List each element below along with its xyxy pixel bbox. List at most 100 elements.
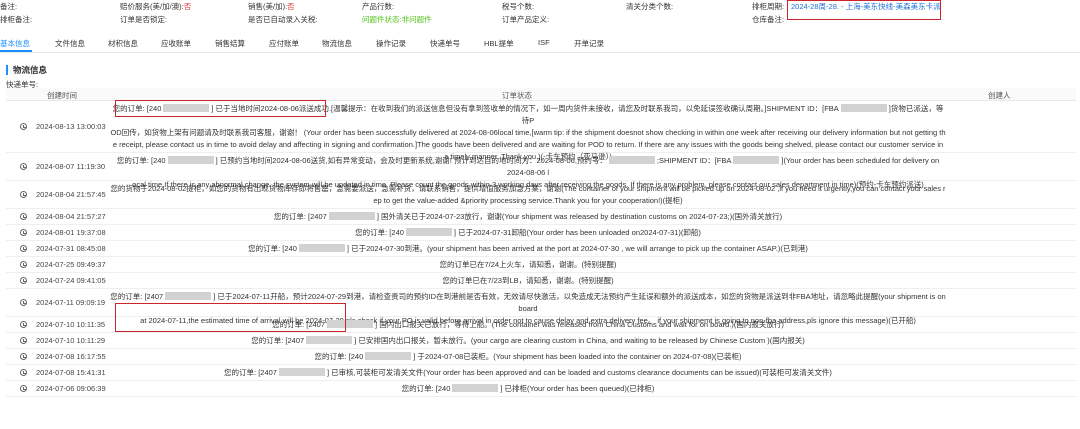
row-time: 2024-07-11 09:09:19	[36, 298, 106, 307]
status-line: 您的订单: [240] 已于2024-07-30到港。(your shipmen…	[248, 244, 808, 253]
redacted-mask	[840, 104, 887, 112]
table-row: 2024-07-08 16:17:55 您的订单: [240] 于2024-07-…	[6, 349, 1076, 365]
status-line: 您的订单已在7/23到LB，请知悉，谢谢。(特别提醒)	[442, 276, 614, 285]
clock-icon	[20, 321, 27, 328]
clock-icon	[20, 277, 27, 284]
table-row: 2024-07-10 10:11:29 您的订单: [2407] 已安排国内出口报…	[6, 333, 1076, 349]
tab-basic-info[interactable]: 基本信息	[0, 38, 30, 49]
clock-icon	[20, 123, 27, 130]
redacted-mask	[405, 228, 452, 236]
tab-billing-log[interactable]: 开单记录	[574, 38, 604, 49]
truck-note-label: 排柜备注:	[0, 15, 33, 24]
clock-icon	[20, 261, 27, 268]
tab-logistics-info[interactable]: 物流信息	[322, 38, 352, 49]
highlight-box-schedule	[787, 0, 941, 20]
table-row: 2024-08-07 11:19:30 您的订单: [240] 已预约当地时间20…	[6, 153, 1076, 189]
product-lines-label: 产品行数:	[362, 2, 395, 11]
status-line: OD回传，如货物上架有问题请及时联系我司客服，谢谢！ (Your order h…	[110, 128, 946, 137]
row-time: 2024-07-31 08:45:08	[36, 244, 106, 253]
row-status: 您的订单: [2407] 国外清关已于2024-07-23放行，谢谢(Your …	[110, 211, 946, 223]
status-line: 您的订单: [2407] 已安排国内出口报关，暂未放行。(your cargo …	[251, 336, 805, 345]
redacted-mask	[306, 336, 353, 344]
row-status: 您的订单: [240] 已于2024-07-30到港。(your shipmen…	[110, 243, 946, 255]
customs-class-label: 清关分类个数:	[626, 2, 674, 11]
row-time: 2024-07-10 10:11:29	[36, 336, 106, 345]
row-status: 您的订单: [2407] 已审核,可装柜可发清关文件(Your order ha…	[110, 367, 946, 379]
row-status: 您的订单已在7/23到LB，请知悉，谢谢。(特别提醒)	[110, 275, 946, 287]
redacted-mask	[452, 384, 499, 392]
table-row: 2024-07-24 09:41:05 您的订单已在7/23到LB，请知悉，谢谢。…	[6, 273, 1076, 289]
highlight-box-sailed	[115, 303, 346, 332]
row-status: 您的订单: [240] 已于2024-07-31卸船(Your order ha…	[110, 227, 946, 239]
schedule-label: 排柜周期:	[752, 2, 785, 11]
clock-icon	[20, 353, 27, 360]
status-line: ep to get the value-added &priority proc…	[373, 196, 683, 205]
detail-tabs: 基本信息 文件信息 材积信息 应收账单 销售结算 应付账单 物流信息 操作记录 …	[0, 35, 1080, 53]
row-time: 2024-07-24 09:41:05	[36, 276, 106, 285]
clock-icon	[20, 213, 27, 220]
tab-receivable-bill[interactable]: 应收账单	[161, 38, 191, 49]
row-time: 2024-08-13 13:00:03	[36, 122, 106, 131]
tab-isf[interactable]: ISF	[538, 38, 550, 47]
row-time: 2024-07-08 16:17:55	[36, 352, 106, 361]
row-time: 2024-08-04 21:57:27	[36, 212, 106, 221]
row-time: 2024-08-04 21:57:45	[36, 190, 106, 199]
row-time: 2024-07-08 15:41:31	[36, 368, 106, 377]
row-time: 2024-07-25 09:49:37	[36, 260, 106, 269]
highlight-box-delivered	[115, 100, 326, 117]
row-status: 您的订单: [2407] 已安排国内出口报关，暂未放行。(your cargo …	[110, 335, 946, 347]
status-line: 您的订单: [240] 已排柜(Your order has been queu…	[401, 384, 655, 393]
clock-icon	[20, 229, 27, 236]
redacted-mask	[608, 156, 655, 164]
table-row: 2024-07-06 09:06:39 您的订单: [240] 已排柜(Your …	[6, 381, 1076, 397]
sales-field: 销售(美/加):否	[248, 2, 295, 11]
row-time: 2024-08-07 11:19:30	[36, 162, 106, 171]
clock-icon	[20, 245, 27, 252]
status-line: 您的订单: [2407] 已审核,可装柜可发清关文件(Your order ha…	[224, 368, 832, 377]
row-status: 您的订单已在7/24上火车，请知悉，谢谢。(特别提醒)	[110, 259, 946, 271]
warehouse-note-label: 仓库备注:	[752, 15, 785, 24]
order-sign-label: 订单是否锁定:	[120, 15, 168, 24]
redacted-mask	[733, 156, 780, 164]
row-time: 2024-07-06 09:06:39	[36, 384, 106, 393]
status-line: 您的订单已在7/24上火车，请知悉，谢谢。(特别提醒)	[439, 260, 617, 269]
clock-icon	[20, 191, 27, 198]
status-line: 您的订单: [2407] 国外清关已于2024-07-23放行，谢谢(Your …	[273, 212, 783, 221]
row-status: 您的订单: [240] 已排柜(Your order has been queu…	[110, 383, 946, 395]
clock-icon	[20, 337, 27, 344]
product-def-label: 订单产品定义:	[502, 15, 550, 24]
table-row: 2024-07-31 08:45:08 您的订单: [240] 已于2024-07…	[6, 241, 1076, 257]
status-line: 您的订单: [240] 已于2024-07-31卸船(Your order ha…	[355, 228, 701, 237]
table-row: 2024-07-08 15:41:31 您的订单: [2407] 已审核,可装柜可…	[6, 365, 1076, 381]
tab-hbl[interactable]: HBL提单	[484, 38, 514, 49]
table-row: 2024-07-25 09:49:37 您的订单已在7/24上火车，请知悉，谢谢。…	[6, 257, 1076, 273]
tab-express-no[interactable]: 快递单号	[430, 38, 460, 49]
clock-icon	[20, 385, 27, 392]
table-row: 2024-08-04 21:57:45 您的货物于2024-08-02提柜，如您的…	[6, 181, 1076, 209]
note-label: 备注:	[0, 2, 18, 11]
tab-file-info[interactable]: 文件信息	[55, 38, 85, 49]
tax-count-label: 税号个数:	[502, 2, 535, 11]
section-title: 物流信息	[6, 65, 47, 75]
table-row: 2024-08-04 21:57:27 您的订单: [2407] 国外清关已于20…	[6, 209, 1076, 225]
clock-icon	[20, 299, 27, 306]
tab-sales-settlement[interactable]: 销售结算	[215, 38, 245, 49]
tab-payable-bill[interactable]: 应付账单	[269, 38, 299, 49]
redacted-mask	[167, 156, 214, 164]
tab-operation-log[interactable]: 操作记录	[376, 38, 406, 49]
table-row: 2024-08-01 19:37:08 您的订单: [240] 已于2024-07…	[6, 225, 1076, 241]
order-meta: 备注: 赔价服务(美/加/澳):否 销售(美/加):否 产品行数: 税号个数: …	[0, 0, 1080, 30]
row-status: 您的货物于2024-08-02提柜，如您的货物有出现货物库存即将售罄，急需要派送…	[110, 183, 946, 207]
status-line: 您的货物于2024-08-02提柜，如您的货物有出现货物库存即将售罄，急需要派送…	[110, 184, 946, 193]
status-line: e receipt, please contact us in time to …	[112, 140, 944, 149]
redacted-mask	[298, 244, 345, 252]
auto-join-label: 是否已自动录入关税:	[248, 15, 318, 24]
tab-volume-info[interactable]: 材积信息	[108, 38, 138, 49]
row-time: 2024-07-10 10:11:35	[36, 320, 106, 329]
row-status: 您的订单: [240] 于2024-07-08已装柜。(Your shipmen…	[110, 351, 946, 363]
clock-icon	[20, 369, 27, 376]
status-line: 您的订单: [240] 已预约当地时间2024-08-06送货,如有异常变动，会…	[116, 156, 940, 177]
redacted-mask	[165, 292, 212, 300]
redacted-mask	[328, 212, 375, 220]
active-tab-indicator	[0, 50, 32, 52]
